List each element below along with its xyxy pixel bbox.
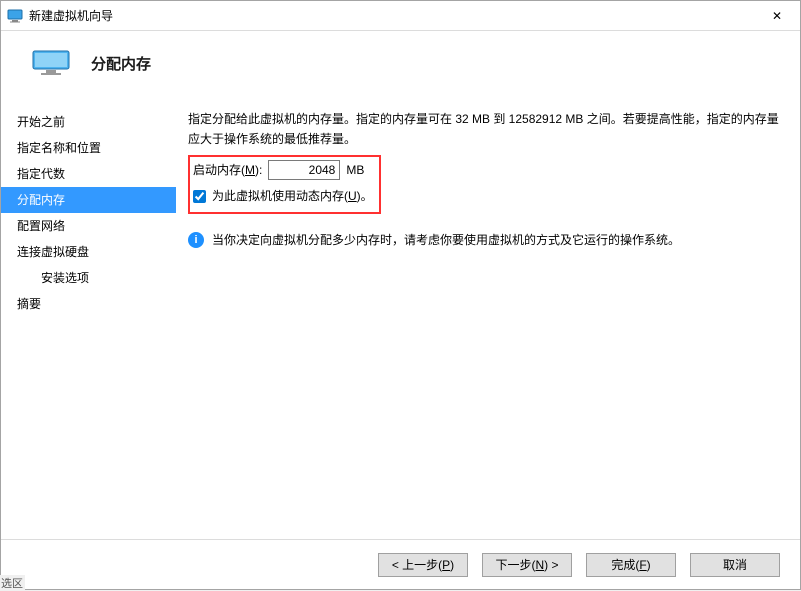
description-text: 指定分配给此虚拟机的内存量。指定的内存量可在 32 MB 到 12582912 …	[188, 109, 780, 149]
info-row: i 当你决定向虚拟机分配多少内存时，请考虑你要使用虚拟机的方式及它运行的操作系统…	[188, 230, 780, 250]
app-icon	[7, 8, 23, 24]
sidebar-step-1[interactable]: 指定名称和位置	[1, 135, 176, 161]
finish-button[interactable]: 完成(F)	[586, 553, 676, 577]
previous-button[interactable]: < 上一步(P)	[378, 553, 468, 577]
highlight-box: 启动内存(M): MB 为此虚拟机使用动态内存(U)。	[188, 155, 381, 214]
dynamic-memory-row[interactable]: 为此虚拟机使用动态内存(U)。	[193, 186, 373, 206]
wizard-window: 新建虚拟机向导 ✕ 分配内存 开始之前指定名称和位置指定代数分配内存配置网络连接…	[0, 0, 801, 590]
page-title: 分配内存	[91, 53, 151, 74]
sidebar-step-6[interactable]: 安装选项	[1, 265, 176, 291]
wizard-body: 开始之前指定名称和位置指定代数分配内存配置网络连接虚拟硬盘安装选项摘要 指定分配…	[1, 101, 800, 539]
sidebar-step-3[interactable]: 分配内存	[1, 187, 176, 213]
info-icon: i	[188, 232, 204, 248]
info-text: 当你决定向虚拟机分配多少内存时，请考虑你要使用虚拟机的方式及它运行的操作系统。	[212, 230, 680, 250]
start-memory-label: 启动内存(M):	[193, 160, 262, 180]
sidebar-step-5[interactable]: 连接虚拟硬盘	[1, 239, 176, 265]
corner-label: 选区	[0, 575, 25, 591]
next-button[interactable]: 下一步(N) >	[482, 553, 572, 577]
sidebar-step-4[interactable]: 配置网络	[1, 213, 176, 239]
close-button[interactable]: ✕	[754, 1, 800, 30]
header-icon	[31, 49, 71, 77]
wizard-header: 分配内存	[1, 31, 800, 99]
start-memory-row: 启动内存(M): MB	[193, 160, 373, 180]
titlebar: 新建虚拟机向导 ✕	[1, 1, 800, 31]
dynamic-memory-label: 为此虚拟机使用动态内存(U)。	[212, 186, 373, 206]
cancel-button[interactable]: 取消	[690, 553, 780, 577]
content-pane: 指定分配给此虚拟机的内存量。指定的内存量可在 32 MB 到 12582912 …	[176, 101, 800, 539]
sidebar-step-0[interactable]: 开始之前	[1, 109, 176, 135]
memory-unit-label: MB	[346, 160, 364, 180]
start-memory-input[interactable]	[268, 160, 340, 180]
sidebar-step-7[interactable]: 摘要	[1, 291, 176, 317]
step-sidebar: 开始之前指定名称和位置指定代数分配内存配置网络连接虚拟硬盘安装选项摘要	[1, 101, 176, 539]
wizard-footer: < 上一步(P) 下一步(N) > 完成(F) 取消	[1, 539, 800, 589]
dynamic-memory-checkbox[interactable]	[193, 190, 206, 203]
close-icon: ✕	[772, 9, 782, 23]
sidebar-step-2[interactable]: 指定代数	[1, 161, 176, 187]
window-title: 新建虚拟机向导	[29, 7, 754, 24]
